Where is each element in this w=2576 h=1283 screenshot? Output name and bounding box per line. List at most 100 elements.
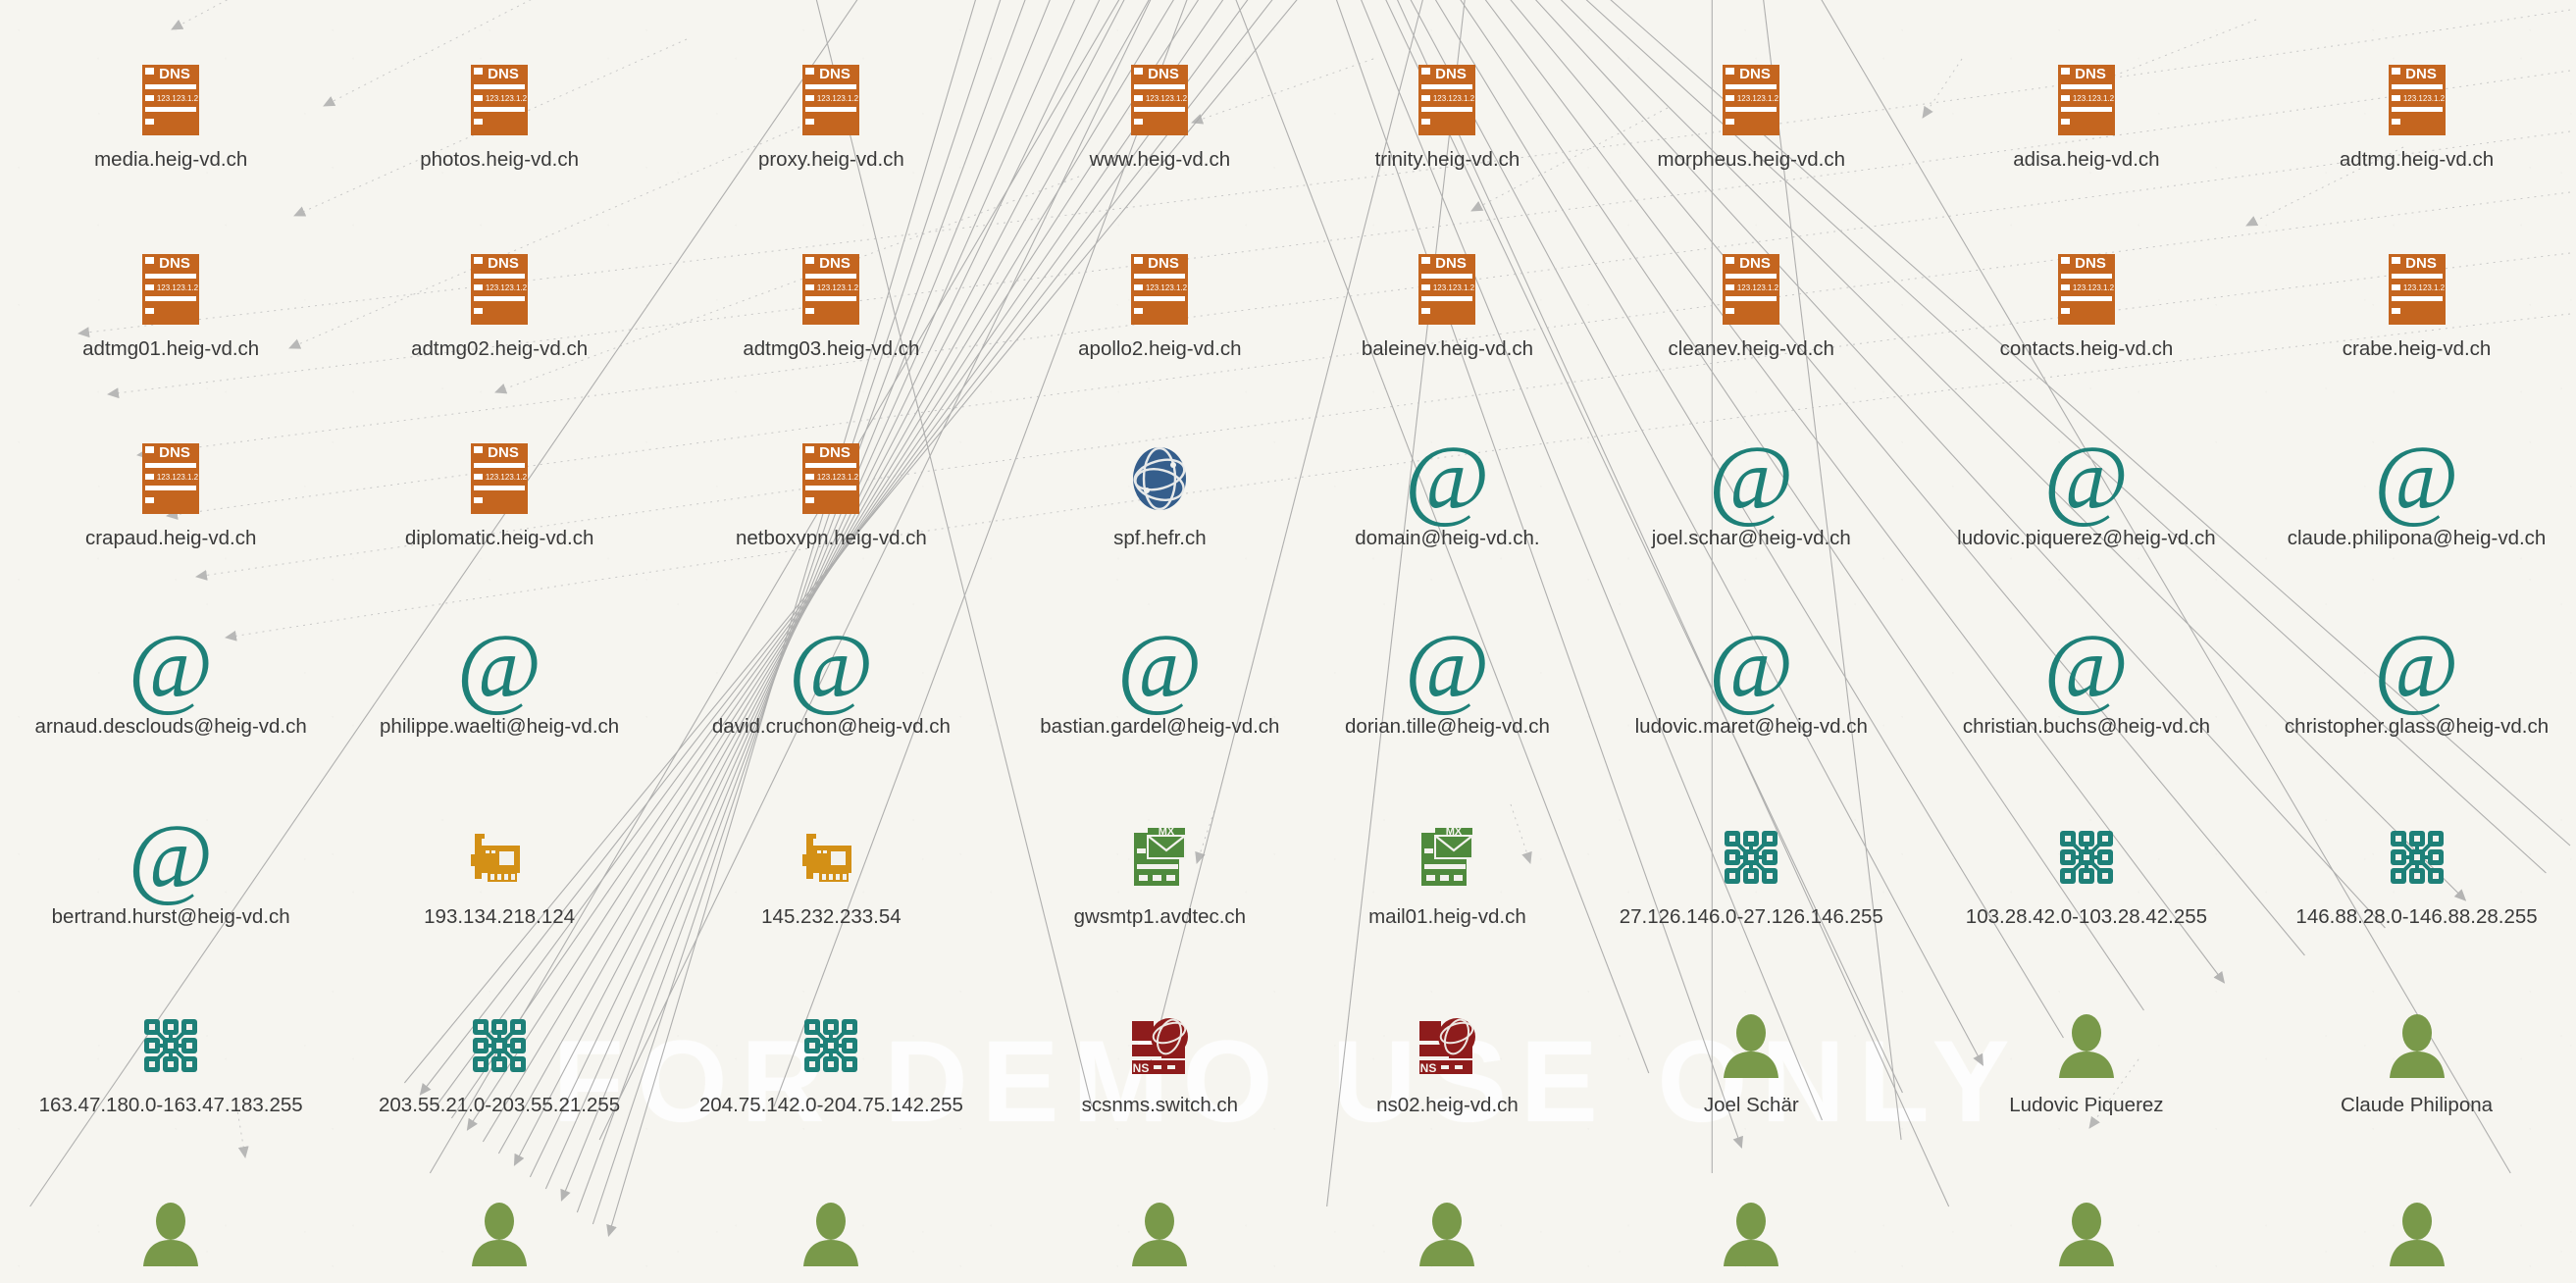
graph-node[interactable]: DNS 123.123.1.2 www.heig-vd.ch	[1012, 57, 1307, 172]
network-subnet-icon[interactable]	[1604, 814, 1898, 900]
email-at-icon[interactable]: @	[2270, 433, 2564, 525]
person-icon[interactable]	[2270, 1191, 2564, 1277]
graph-node[interactable]: NS scsnms.switch.ch	[1012, 1002, 1307, 1117]
email-at-icon[interactable]: @	[352, 621, 646, 713]
dns-server-icon[interactable]: DNS 123.123.1.2	[24, 57, 318, 143]
graph-node[interactable]: Joel Schär	[1604, 1002, 1898, 1117]
graph-node[interactable]: Ludovic Maret	[1604, 1191, 1898, 1283]
graph-node[interactable]: NS ns02.heig-vd.ch	[1300, 1002, 1594, 1117]
nic-card-icon[interactable]	[352, 814, 646, 900]
dns-server-icon[interactable]: DNS 123.123.1.2	[352, 246, 646, 333]
graph-node[interactable]: DNS 123.123.1.2 adtmg02.heig-vd.ch	[352, 246, 646, 361]
network-subnet-icon[interactable]	[1939, 814, 2234, 900]
dns-server-icon[interactable]: DNS 123.123.1.2	[2270, 246, 2564, 333]
dns-server-icon[interactable]: DNS 123.123.1.2	[1604, 57, 1898, 143]
graph-node[interactable]: @ ludovic.maret@heig-vd.ch	[1604, 621, 1898, 739]
graph-node[interactable]: @ bertrand.hurst@heig-vd.ch	[24, 811, 318, 929]
graph-node[interactable]: Arnaud Desclouds	[24, 1191, 318, 1283]
graph-node[interactable]: Claude Philipona	[2270, 1002, 2564, 1117]
nic-card-icon[interactable]	[684, 814, 978, 900]
graph-node[interactable]: DNS 123.123.1.2 morpheus.heig-vd.ch	[1604, 57, 1898, 172]
graph-node[interactable]: @ ludovic.piquerez@heig-vd.ch	[1939, 433, 2234, 550]
graph-node[interactable]: @ joel.schar@heig-vd.ch	[1604, 433, 1898, 550]
network-subnet-icon[interactable]	[24, 1002, 318, 1089]
graph-node[interactable]: Philippe Waelti	[352, 1191, 646, 1283]
person-icon[interactable]	[1300, 1191, 1594, 1277]
graph-node[interactable]: DNS 123.123.1.2 adtmg03.heig-vd.ch	[684, 246, 978, 361]
dns-server-icon[interactable]: DNS 123.123.1.2	[24, 436, 318, 522]
dns-server-icon[interactable]: DNS 123.123.1.2	[1012, 57, 1307, 143]
graph-node[interactable]: 145.232.233.54	[684, 814, 978, 929]
person-icon[interactable]	[1012, 1191, 1307, 1277]
email-at-icon[interactable]: @	[24, 811, 318, 903]
graph-node[interactable]: Bastian Gardel	[1012, 1191, 1307, 1283]
ns-server-icon[interactable]: NS	[1300, 1002, 1594, 1089]
graph-node[interactable]: @ david.cruchon@heig-vd.ch	[684, 621, 978, 739]
globe-icon[interactable]	[1012, 436, 1307, 522]
person-icon[interactable]	[1939, 1191, 2234, 1277]
graph-node[interactable]: @ arnaud.desclouds@heig-vd.ch	[24, 621, 318, 739]
network-subnet-icon[interactable]	[352, 1002, 646, 1089]
graph-node[interactable]: 146.88.28.0-146.88.28.255	[2270, 814, 2564, 929]
graph-node[interactable]: @ dorian.tille@heig-vd.ch	[1300, 621, 1594, 739]
mx-server-icon[interactable]: MX	[1300, 814, 1594, 900]
graph-node[interactable]: 203.55.21.0-203.55.21.255	[352, 1002, 646, 1117]
person-icon[interactable]	[1939, 1002, 2234, 1089]
graph-node[interactable]: 163.47.180.0-163.47.183.255	[24, 1002, 318, 1117]
person-icon[interactable]	[2270, 1002, 2564, 1089]
dns-server-icon[interactable]: DNS 123.123.1.2	[684, 57, 978, 143]
dns-server-icon[interactable]: DNS 123.123.1.2	[352, 57, 646, 143]
graph-node[interactable]: DNS 123.123.1.2 proxy.heig-vd.ch	[684, 57, 978, 172]
graph-node[interactable]: Christopher Glass	[2270, 1191, 2564, 1283]
network-subnet-icon[interactable]	[684, 1002, 978, 1089]
ns-server-icon[interactable]: NS	[1012, 1002, 1307, 1089]
graph-node[interactable]: @ bastian.gardel@heig-vd.ch	[1012, 621, 1307, 739]
graph-node[interactable]: @ christopher.glass@heig-vd.ch	[2270, 621, 2564, 739]
graph-node[interactable]: DNS 123.123.1.2 cleanev.heig-vd.ch	[1604, 246, 1898, 361]
dns-server-icon[interactable]: DNS 123.123.1.2	[1939, 57, 2234, 143]
mx-server-icon[interactable]: MX	[1012, 814, 1307, 900]
graph-node[interactable]: DNS 123.123.1.2 diplomatic.heig-vd.ch	[352, 436, 646, 550]
graph-node[interactable]: DNS 123.123.1.2 netboxvpn.heig-vd.ch	[684, 436, 978, 550]
email-at-icon[interactable]: @	[24, 621, 318, 713]
dns-server-icon[interactable]: DNS 123.123.1.2	[1300, 246, 1594, 333]
email-at-icon[interactable]: @	[684, 621, 978, 713]
dns-server-icon[interactable]: DNS 123.123.1.2	[684, 436, 978, 522]
graph-node[interactable]: DNS 123.123.1.2 adisa.heig-vd.ch	[1939, 57, 2234, 172]
email-at-icon[interactable]: @	[1604, 621, 1898, 713]
graph-node[interactable]: DNS 123.123.1.2 crabe.heig-vd.ch	[2270, 246, 2564, 361]
graph-canvas[interactable]: FOR DEMO USE ONLY DNS 123.123.1.2 media.he…	[0, 0, 2576, 1283]
graph-node[interactable]: DNS 123.123.1.2 adtmg.heig-vd.ch	[2270, 57, 2564, 172]
graph-node[interactable]: DNS 123.123.1.2 adtmg01.heig-vd.ch	[24, 246, 318, 361]
graph-node[interactable]: DNS 123.123.1.2 apollo2.heig-vd.ch	[1012, 246, 1307, 361]
dns-server-icon[interactable]: DNS 123.123.1.2	[24, 246, 318, 333]
graph-node[interactable]: DNS 123.123.1.2 trinity.heig-vd.ch	[1300, 57, 1594, 172]
person-icon[interactable]	[352, 1191, 646, 1277]
email-at-icon[interactable]: @	[1939, 621, 2234, 713]
dns-server-icon[interactable]: DNS 123.123.1.2	[1604, 246, 1898, 333]
graph-node[interactable]: DNS 123.123.1.2 crapaud.heig-vd.ch	[24, 436, 318, 550]
email-at-icon[interactable]: @	[2270, 621, 2564, 713]
graph-node[interactable]: 193.134.218.124	[352, 814, 646, 929]
person-icon[interactable]	[1604, 1191, 1898, 1277]
person-icon[interactable]	[1604, 1002, 1898, 1089]
graph-node[interactable]: 103.28.42.0-103.28.42.255	[1939, 814, 2234, 929]
person-icon[interactable]	[24, 1191, 318, 1277]
graph-node[interactable]: @ claude.philipona@heig-vd.ch	[2270, 433, 2564, 550]
dns-server-icon[interactable]: DNS 123.123.1.2	[352, 436, 646, 522]
email-at-icon[interactable]: @	[1939, 433, 2234, 525]
dns-server-icon[interactable]: DNS 123.123.1.2	[2270, 57, 2564, 143]
graph-node[interactable]: @ domain@heig-vd.ch.	[1300, 433, 1594, 550]
graph-node[interactable]: Christian Buchs	[1939, 1191, 2234, 1283]
graph-node[interactable]: Tille Dorian	[1300, 1191, 1594, 1283]
dns-server-icon[interactable]: DNS 123.123.1.2	[1012, 246, 1307, 333]
graph-node[interactable]: David Cruchon	[684, 1191, 978, 1283]
graph-node[interactable]: 27.126.146.0-27.126.146.255	[1604, 814, 1898, 929]
person-icon[interactable]	[684, 1191, 978, 1277]
dns-server-icon[interactable]: DNS 123.123.1.2	[684, 246, 978, 333]
dns-server-icon[interactable]: DNS 123.123.1.2	[1300, 57, 1594, 143]
graph-node[interactable]: DNS 123.123.1.2 photos.heig-vd.ch	[352, 57, 646, 172]
graph-node[interactable]: 204.75.142.0-204.75.142.255	[684, 1002, 978, 1117]
email-at-icon[interactable]: @	[1012, 621, 1307, 713]
graph-node[interactable]: DNS 123.123.1.2 contacts.heig-vd.ch	[1939, 246, 2234, 361]
